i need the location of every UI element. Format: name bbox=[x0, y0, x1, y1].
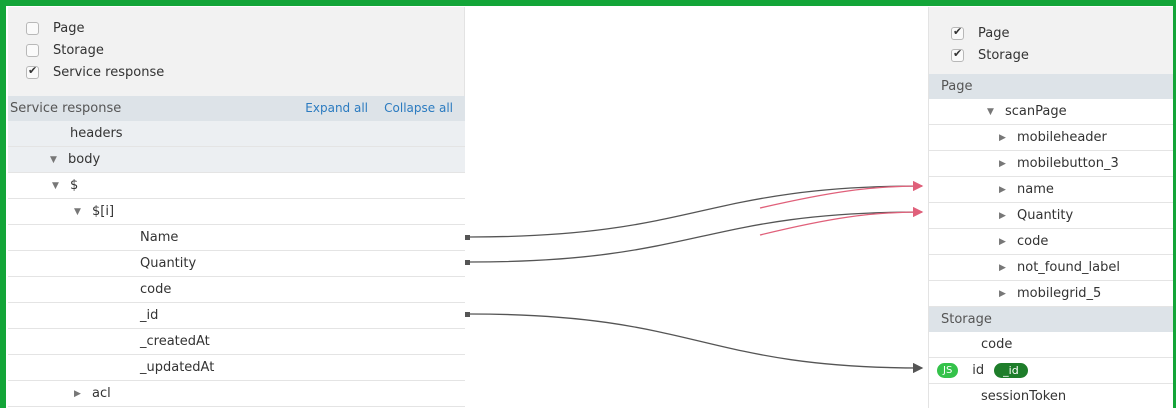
tree-label: body bbox=[68, 152, 101, 167]
section-header: Service response Expand all Collapse all bbox=[8, 96, 465, 121]
expand-all-link[interactable]: Expand all bbox=[305, 101, 368, 115]
page-tree-row[interactable]: ▶ mobilegrid_5 bbox=[929, 281, 1173, 307]
caret-down-icon[interactable]: ▼ bbox=[74, 207, 84, 217]
storage-label: id bbox=[972, 363, 985, 378]
caret-down-icon[interactable]: ▼ bbox=[52, 181, 62, 191]
checkbox-icon[interactable] bbox=[26, 43, 39, 57]
page-tree-row[interactable]: ▶ mobilebutton_3 bbox=[929, 151, 1173, 177]
tree-label: mobilegrid_5 bbox=[1017, 286, 1102, 301]
left-tree: headers ▼ body ▼ $ ▼ $[i] Name Quantity code _id _c… bbox=[8, 121, 465, 407]
checkbox-checked-icon[interactable] bbox=[26, 64, 39, 79]
page-section-header: Page bbox=[929, 74, 1173, 99]
tree-label: mobilebutton_3 bbox=[1017, 156, 1119, 171]
tree-label: $[i] bbox=[92, 204, 115, 219]
tree-label: acl bbox=[92, 386, 111, 401]
storage-section-header: Storage bbox=[929, 307, 1173, 332]
tree-label: not_found_label bbox=[1017, 260, 1120, 275]
tree-row[interactable]: ▼ $ bbox=[8, 173, 465, 199]
tree-label: name bbox=[1017, 182, 1054, 197]
check-page[interactable]: Page bbox=[929, 22, 1173, 44]
service-response-panel: Page Storage Service response Service re… bbox=[8, 7, 465, 408]
storage-label: code bbox=[981, 337, 1013, 352]
tree-row[interactable]: Name bbox=[8, 225, 465, 251]
page-tree-row[interactable]: ▶ mobileheader bbox=[929, 125, 1173, 151]
tree-row[interactable]: _updatedAt bbox=[8, 355, 465, 381]
mapping-canvas bbox=[465, 7, 928, 408]
page-tree: ▼ scanPage ▶ mobileheader ▶ mobilebutton_3 ▶ na… bbox=[929, 99, 1173, 307]
checkbox-checked-icon[interactable] bbox=[951, 47, 964, 62]
tree-label: Quantity bbox=[1017, 208, 1074, 223]
caret-right-icon[interactable]: ▶ bbox=[999, 289, 1009, 299]
storage-label: sessionToken bbox=[981, 389, 1067, 404]
caret-down-icon[interactable]: ▼ bbox=[987, 107, 997, 117]
tree-row[interactable]: code bbox=[8, 277, 465, 303]
caret-right-icon[interactable]: ▶ bbox=[999, 133, 1009, 143]
caret-right-icon[interactable]: ▶ bbox=[999, 211, 1009, 221]
check-storage[interactable]: Storage bbox=[8, 39, 464, 61]
caret-down-icon[interactable]: ▼ bbox=[50, 155, 60, 165]
caret-right-icon[interactable]: ▶ bbox=[999, 263, 1009, 273]
checkbox-checked-icon[interactable] bbox=[951, 25, 964, 40]
tree-label: $ bbox=[70, 178, 79, 193]
tree-row[interactable]: Quantity bbox=[8, 251, 465, 277]
page-tree-row[interactable]: ▶ not_found_label bbox=[929, 255, 1173, 281]
page-tree-row[interactable]: ▶ name bbox=[929, 177, 1173, 203]
tree-label: Name bbox=[140, 230, 179, 245]
check-service-response[interactable]: Service response bbox=[8, 61, 464, 83]
collapse-all-link[interactable]: Collapse all bbox=[384, 101, 453, 115]
tree-label: _id bbox=[140, 308, 159, 323]
tree-row[interactable]: ▼ $[i] bbox=[8, 199, 465, 225]
storage-row[interactable]: sessionToken bbox=[929, 384, 1173, 408]
tree-label: code bbox=[1017, 234, 1049, 249]
tree-row[interactable]: ▼ body bbox=[8, 147, 465, 173]
tree-label: scanPage bbox=[1005, 104, 1067, 119]
tree-row[interactable]: _id bbox=[8, 303, 465, 329]
storage-row[interactable]: JS id _id bbox=[929, 358, 1173, 384]
target-panel: Page Storage Page ▼ scanPage ▶ mobileheader… bbox=[928, 7, 1173, 408]
mapped-value-pill[interactable]: _id bbox=[994, 363, 1028, 378]
js-badge[interactable]: JS bbox=[937, 363, 959, 378]
tree-label: mobileheader bbox=[1017, 130, 1107, 145]
caret-right-icon[interactable]: ▶ bbox=[999, 159, 1009, 169]
check-page[interactable]: Page bbox=[8, 17, 464, 39]
left-source-checks: Page Storage Service response bbox=[8, 7, 465, 96]
page-tree-row[interactable]: ▶ code bbox=[929, 229, 1173, 255]
caret-right-icon[interactable]: ▶ bbox=[999, 237, 1009, 247]
tree-row[interactable]: headers bbox=[8, 121, 465, 147]
checkbox-icon[interactable] bbox=[26, 21, 39, 35]
check-storage[interactable]: Storage bbox=[929, 44, 1173, 66]
storage-row[interactable]: code bbox=[929, 332, 1173, 358]
tree-label: _updatedAt bbox=[140, 360, 215, 375]
caret-right-icon[interactable]: ▶ bbox=[999, 185, 1009, 195]
tree-label: Quantity bbox=[140, 256, 197, 271]
section-title: Service response bbox=[10, 101, 122, 116]
right-target-checks: Page Storage bbox=[929, 7, 1173, 74]
storage-list: code JS id _id sessionToken bbox=[929, 332, 1173, 408]
caret-right-icon[interactable]: ▶ bbox=[74, 389, 84, 399]
tree-label: code bbox=[140, 282, 172, 297]
tree-row[interactable]: _createdAt bbox=[8, 329, 465, 355]
page-tree-row[interactable]: ▼ scanPage bbox=[929, 99, 1173, 125]
tree-row[interactable]: ▶ acl bbox=[8, 381, 465, 407]
page-tree-row[interactable]: ▶ Quantity bbox=[929, 203, 1173, 229]
tree-label: _createdAt bbox=[140, 334, 210, 349]
tree-label: headers bbox=[70, 126, 123, 141]
